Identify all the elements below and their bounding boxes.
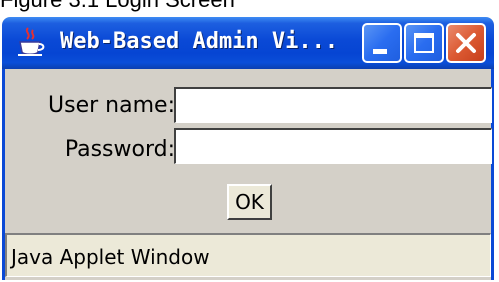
- window-title: Web-Based Admin Vi...: [60, 29, 339, 54]
- username-input[interactable]: [174, 87, 492, 123]
- minimize-button[interactable]: [362, 23, 402, 63]
- java-coffee-cup-icon: [18, 27, 45, 56]
- maximize-button[interactable]: [404, 23, 444, 63]
- password-input[interactable]: [174, 128, 492, 164]
- login-window: Web-Based Admin Vi... User name: Passwor…: [2, 17, 494, 280]
- applet-status-bar: Java Applet Window: [5, 233, 491, 277]
- password-label: Password:: [64, 137, 175, 162]
- maximize-icon: [414, 33, 434, 53]
- window-titlebar[interactable]: Web-Based Admin Vi...: [2, 17, 494, 69]
- close-button[interactable]: [446, 23, 486, 63]
- minimize-icon: [373, 49, 387, 54]
- applet-warning-text: Java Applet Window: [11, 245, 210, 269]
- username-label: User name:: [48, 93, 175, 118]
- ok-button[interactable]: OK: [227, 184, 272, 220]
- figure-caption: Figure 3.1 Login Screen: [0, 0, 235, 13]
- close-icon: [456, 33, 476, 53]
- login-form-panel: User name: Password: OK Java Applet Wind…: [2, 69, 494, 280]
